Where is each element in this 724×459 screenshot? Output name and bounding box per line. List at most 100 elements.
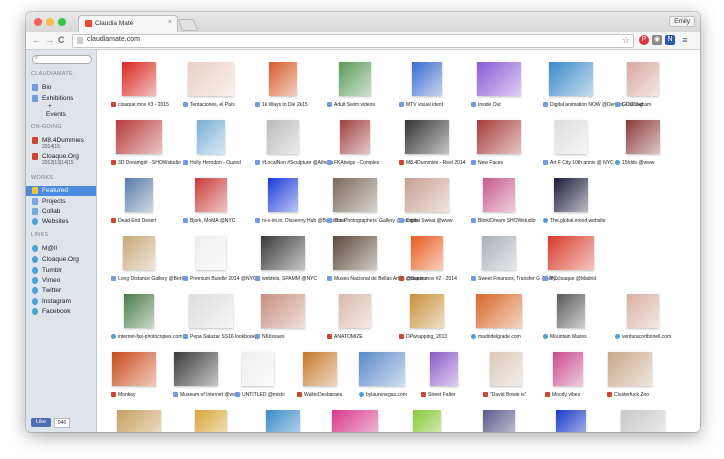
thumbnail-image[interactable]	[266, 410, 300, 432]
thumbnail-image[interactable]	[242, 352, 274, 386]
thumbnail-image[interactable]	[124, 294, 154, 328]
thumbnail-image[interactable]	[123, 236, 155, 270]
thumbnail-image[interactable]	[608, 352, 652, 386]
sidebar-item-vimeo[interactable]: Vimeo	[32, 276, 94, 286]
thumbnail-image[interactable]	[555, 120, 587, 154]
sidebar-item-instagram[interactable]: Instagram	[32, 297, 94, 307]
sidebar-item-featured[interactable]: Featured	[26, 186, 96, 196]
thumbnail-image[interactable]	[621, 410, 665, 432]
thumbnail-image[interactable]	[189, 294, 233, 328]
thumbnail-image[interactable]	[557, 294, 585, 328]
featured-item[interactable]: 15fdds @www	[615, 112, 700, 170]
featured-item-caption[interactable]: Clusterfuck Zoo	[607, 392, 700, 400]
thumbnail-image[interactable]	[333, 178, 377, 212]
thumbnail-image[interactable]	[125, 178, 153, 212]
url-text[interactable]: claudiamate.com	[87, 36, 140, 43]
thumbnail-image[interactable]	[261, 294, 305, 328]
thumbnail-image[interactable]	[412, 62, 442, 96]
thumbnail-image[interactable]	[303, 352, 337, 386]
thumbnail-image[interactable]	[554, 178, 588, 212]
thumbnail-image[interactable]	[483, 410, 515, 432]
thumbnail-image[interactable]	[627, 294, 659, 328]
address-bar[interactable]: claudiamate.com ☆	[72, 34, 634, 48]
sidebar-item-collab[interactable]: Collab	[32, 207, 94, 217]
thumbnail-image[interactable]	[195, 178, 227, 212]
close-window-button[interactable]	[34, 18, 42, 26]
thumbnail-image[interactable]	[430, 352, 458, 386]
tab-claudia-mate[interactable]: Claudia Maté ×	[78, 15, 178, 33]
thumbnail-image[interactable]	[112, 352, 156, 386]
thumbnail-image[interactable]	[267, 120, 299, 154]
thumbnail-image[interactable]	[556, 410, 586, 432]
featured-item[interactable]: The.global.mood.website	[543, 170, 631, 228]
thumbnail-image[interactable]	[269, 62, 297, 96]
thumbnail-image[interactable]	[116, 120, 162, 154]
thumbnail-image[interactable]	[339, 294, 371, 328]
profile-button[interactable]: Emily	[669, 16, 695, 27]
new-tab-button[interactable]	[177, 19, 199, 31]
facebook-like-button[interactable]: Like	[31, 418, 51, 427]
featured-item[interactable]: illy.cloaque @Madrid	[543, 228, 631, 286]
thumbnail-image[interactable]	[195, 410, 227, 432]
minimize-window-button[interactable]	[46, 18, 54, 26]
thumbnail-image[interactable]	[627, 62, 659, 96]
thumbnail-image[interactable]	[359, 352, 405, 386]
thumbnail-image[interactable]	[261, 236, 305, 270]
featured-item[interactable]	[615, 402, 700, 432]
featured-item-caption[interactable]: The.global.mood.website	[543, 218, 643, 226]
thumbnail-image[interactable]	[332, 410, 378, 432]
thumbnail-image[interactable]	[333, 236, 377, 270]
thumbnail-image[interactable]	[122, 62, 156, 96]
featured-item-caption[interactable]: GUCCI-gram	[615, 102, 700, 110]
sidebar-item-twitter[interactable]: Twitter	[32, 286, 94, 296]
sidebar-item-events[interactable]: Events	[32, 110, 94, 120]
thumbnail-image[interactable]	[405, 120, 449, 154]
sidebar-item-websites[interactable]: Websites	[32, 217, 94, 227]
sidebar-item-mall[interactable]: M@ll	[32, 244, 94, 254]
thumbnail-image[interactable]	[188, 62, 234, 96]
thumbnail-image[interactable]	[477, 120, 521, 154]
thumbnail-image[interactable]	[490, 352, 522, 386]
thumbnail-image[interactable]	[476, 294, 522, 328]
thumbnail-image[interactable]	[549, 62, 593, 96]
thumbnail-image[interactable]	[482, 236, 516, 270]
featured-item[interactable]: venturacortbonell.com	[615, 286, 700, 344]
sidebar-item-cloaque-link[interactable]: Cloaque.Org	[32, 255, 94, 265]
thumbnail-image[interactable]	[196, 236, 226, 270]
thumbnail-image[interactable]	[626, 120, 660, 154]
zoom-window-button[interactable]	[58, 18, 66, 26]
sidebar-item-projects[interactable]: Projects	[32, 197, 94, 207]
sidebar-item-tumblr[interactable]: Tumblr	[32, 266, 94, 276]
featured-item-caption[interactable]: illy.cloaque @Madrid	[543, 276, 643, 284]
featured-item-caption[interactable]: 15fdds @www	[615, 160, 700, 168]
thumbnail-image[interactable]	[174, 352, 218, 386]
thumbnail-image[interactable]	[405, 178, 449, 212]
menu-icon[interactable]: ≡	[680, 35, 690, 45]
thumbnail-image[interactable]	[340, 120, 370, 154]
bookmark-star-icon[interactable]: ☆	[622, 35, 630, 46]
featured-item[interactable]: Clusterfuck Zoo	[607, 344, 695, 402]
thumbnail-image[interactable]	[553, 352, 583, 386]
sidebar-item-bio[interactable]: Bio	[32, 83, 94, 93]
forward-button[interactable]: →	[45, 35, 54, 45]
sidebar-item-m84dummies[interactable]: M8.4Dummies 2014|15	[32, 136, 94, 150]
featured-item[interactable]: GUCCI-gram	[615, 54, 700, 112]
thumbnail-image[interactable]	[339, 62, 371, 96]
sidebar-item-cloaque[interactable]: Cloaque.Org 2012|13|14|15	[32, 152, 94, 166]
search-input[interactable]: ⌕	[32, 55, 92, 64]
thumbnail-image[interactable]	[548, 236, 594, 270]
thumbnail-image[interactable]	[477, 62, 521, 96]
thumbnail-image[interactable]	[483, 178, 515, 212]
sidebar-item-facebook[interactable]: Facebook	[32, 307, 94, 317]
thumbnail-image[interactable]	[197, 120, 225, 154]
thumbnail-image[interactable]	[268, 178, 298, 212]
pinterest-extension-icon[interactable]: P	[639, 35, 649, 45]
thumbnail-image[interactable]	[410, 294, 444, 328]
thumbnail-image[interactable]	[413, 410, 441, 432]
thumbnail-image[interactable]	[117, 410, 161, 432]
tab-close-icon[interactable]: ×	[168, 19, 172, 26]
back-button[interactable]: ←	[32, 35, 41, 45]
thumbnail-image[interactable]	[411, 236, 443, 270]
extension-n-icon[interactable]: N	[665, 35, 675, 45]
featured-item-caption[interactable]: venturacortbonell.com	[615, 334, 700, 342]
